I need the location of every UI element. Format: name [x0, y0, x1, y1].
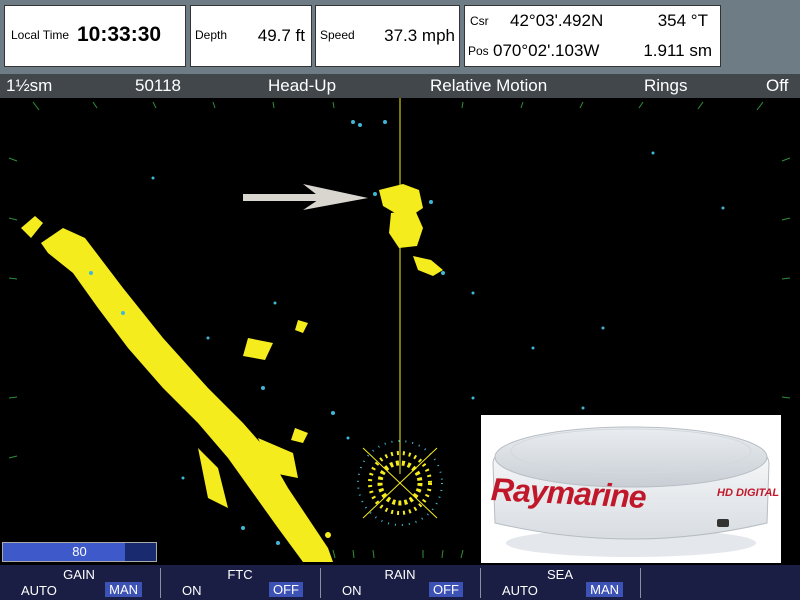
shoreline-echo [21, 216, 333, 562]
depth-label: Depth [195, 28, 228, 42]
sea-title: SEA [546, 567, 573, 582]
gain-level-value: 80 [72, 544, 87, 559]
softkey-ftc[interactable]: FTC ON OFF [161, 565, 319, 600]
pos-longitude: 070°02'.103W [493, 41, 600, 60]
local-time-label: Local Time [11, 28, 70, 42]
connector-icon [717, 519, 729, 527]
ftc-title: FTC [227, 567, 253, 582]
ftc-on-option[interactable]: ON [179, 583, 205, 598]
csr-label: Csr [470, 14, 489, 28]
softkey-rain[interactable]: RAIN ON OFF [321, 565, 479, 600]
orientation-mode: Head-Up [268, 76, 337, 95]
sea-man-option[interactable]: MAN [586, 582, 623, 597]
local-time-value: 10:33:30 [77, 23, 162, 46]
rain-on-option[interactable]: ON [339, 583, 365, 598]
rings-value: Off [766, 76, 789, 95]
inset-product-label: HD DIGITAL [717, 487, 780, 499]
csr-latitude: 42°03'.492N [510, 11, 604, 30]
speed-box: Speed 37.3 mph [315, 5, 460, 67]
bottom-ticks [332, 549, 464, 559]
speed-value: 37.3 mph [384, 26, 455, 45]
position-box: Csr 42°03'.492N 354 °T Pos 070°02'.103W … [464, 5, 721, 67]
speed-label: Speed [320, 28, 355, 42]
rings-label: Rings [644, 76, 688, 95]
motion-mode: Relative Motion [430, 76, 548, 95]
rain-title: RAIN [384, 567, 416, 582]
rain-off-option[interactable]: OFF [429, 582, 463, 597]
product-inset-image: Raymarine HD DIGITAL [481, 415, 781, 563]
data-bar: Local Time 10:33:30 Depth 49.7 ft Speed … [0, 0, 800, 74]
status-code: 50118 [135, 76, 182, 95]
gain-level-slider[interactable]: 80 [2, 542, 157, 562]
depth-box: Depth 49.7 ft [190, 5, 312, 67]
pos-range: 1.911 sm [643, 41, 712, 60]
softkey-gain[interactable]: GAIN AUTO MAN [0, 565, 158, 600]
white-arrow-icon [243, 184, 368, 210]
depth-value: 49.7 ft [257, 26, 305, 45]
softkey-bar: GAIN AUTO MAN FTC ON OFF RAIN ON OFF SEA… [0, 565, 800, 600]
gain-man-option[interactable]: MAN [105, 582, 142, 597]
csr-bearing: 354 °T [657, 11, 708, 30]
ftc-off-option[interactable]: OFF [269, 582, 303, 597]
local-time-box: Local Time 10:33:30 [4, 5, 186, 67]
radar-status-bar: 1½sm 50118 Head-Up Relative Motion Rings… [0, 74, 800, 98]
pos-label: Pos [468, 44, 489, 58]
sea-auto-option[interactable]: AUTO [499, 583, 541, 598]
softkey-sea[interactable]: SEA AUTO MAN [481, 565, 639, 600]
gain-title: GAIN [63, 567, 95, 582]
gain-auto-option[interactable]: AUTO [18, 583, 60, 598]
softkey-divider [640, 568, 641, 598]
range-readout: 1½sm [6, 76, 53, 95]
